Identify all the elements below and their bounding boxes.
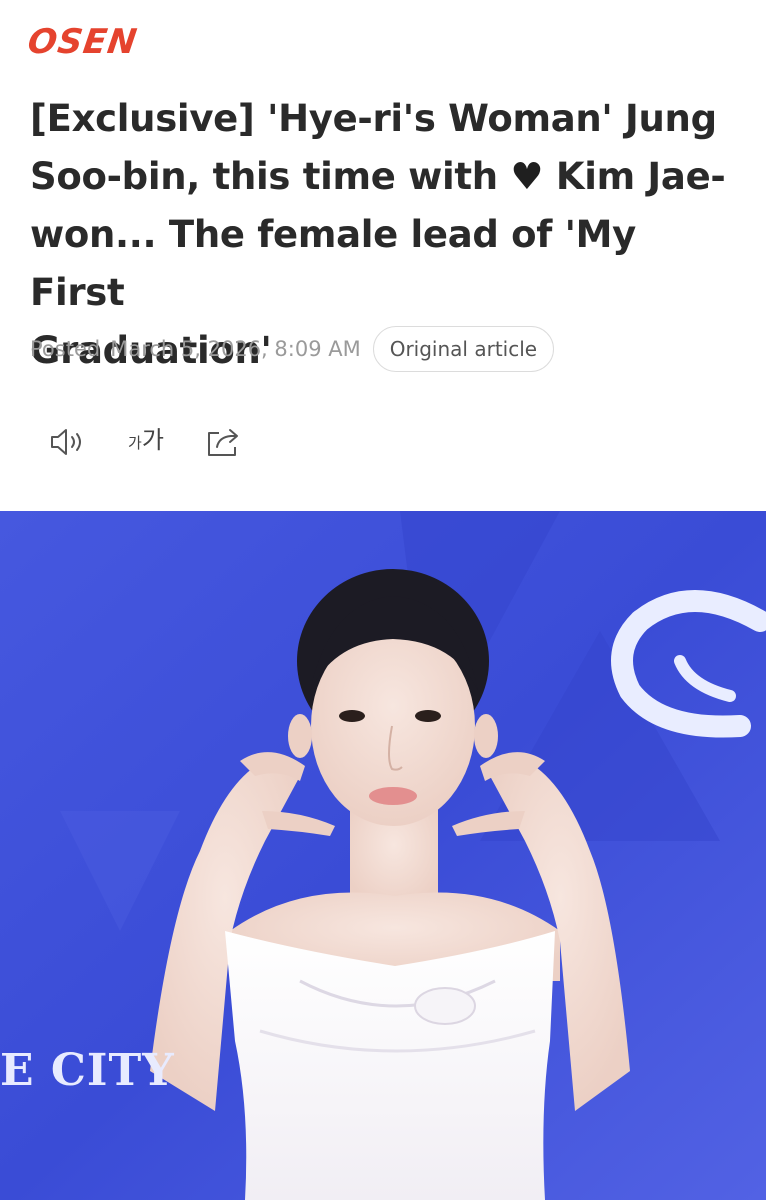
listen-button[interactable]	[46, 420, 90, 464]
site-header: OSEN	[25, 22, 140, 62]
share-icon	[208, 429, 238, 456]
article-photo[interactable]: E CITY	[0, 511, 766, 1200]
backdrop-text: E CITY	[0, 1045, 175, 1096]
title-line-3: won... The female lead of 'My First	[30, 213, 636, 314]
article-meta: Posted March 5, 2026, 8:09 AM Original a…	[30, 326, 555, 372]
photo-illustration	[0, 511, 766, 1200]
posted-label: Posted	[30, 337, 101, 361]
speaker-icon	[51, 429, 81, 455]
title-line-2a: Soo-bin, this time with	[30, 155, 511, 198]
posted-date: March 5, 2026, 8:09 AM	[110, 337, 361, 361]
font-size-large-glyph: 가	[141, 426, 164, 454]
osen-logo[interactable]: OSEN	[25, 22, 140, 62]
heart-icon: ♥	[510, 155, 544, 198]
font-size-button[interactable]: 가가	[124, 420, 168, 464]
font-size-small-glyph: 가	[128, 434, 142, 452]
title-line-1: [Exclusive] 'Hye-ri's Woman' Jung	[30, 97, 717, 140]
original-article-button[interactable]: Original article	[372, 326, 555, 372]
share-button[interactable]	[202, 420, 246, 464]
title-line-2b: Kim Jae-	[543, 155, 726, 198]
article-toolbar: 가가	[46, 420, 280, 464]
